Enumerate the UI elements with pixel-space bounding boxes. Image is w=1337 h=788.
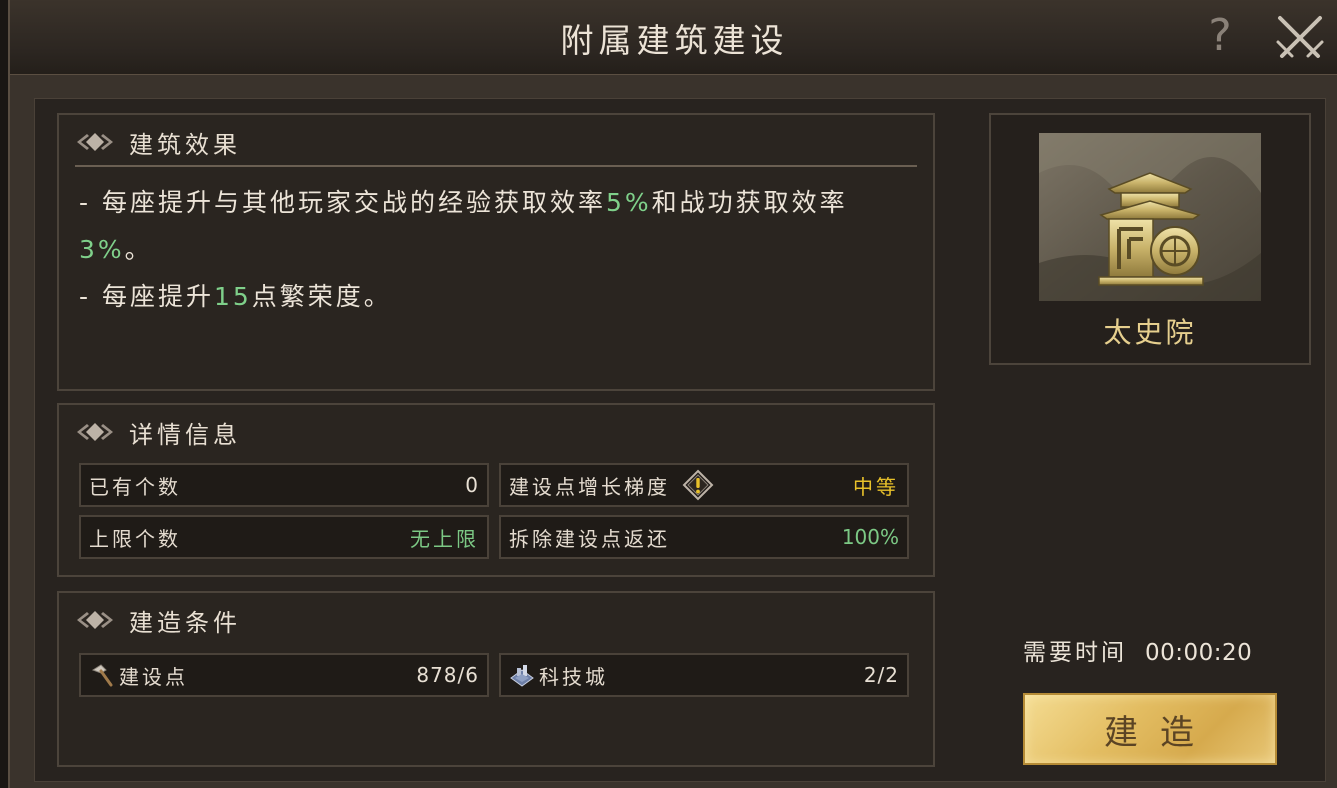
growth-row: 建设点增长梯度 中等 — [499, 463, 909, 507]
tech-city-row: 科技城 2/2 — [499, 653, 909, 697]
refund-row: 拆除建设点返还 100% — [499, 515, 909, 559]
tech-city-value: 2/2 — [863, 663, 899, 687]
title-bar: 附属建筑建设 ? — [10, 0, 1337, 75]
merit-bonus-value: 3% — [79, 235, 125, 264]
effect-description: - 每座提升与其他玩家交战的经验获取效率5%和战功获取效率3%。 - 每座提升1… — [79, 179, 909, 320]
build-time-value: 00:00:20 — [1145, 640, 1253, 666]
details-panel: 详情信息 已有个数 0 建设点增长梯度 中等 上限个数 无上限 拆除建设点返还 … — [57, 403, 935, 577]
effects-panel: 建筑效果 - 每座提升与其他玩家交战的经验获取效率5%和战功获取效率3%。 - … — [57, 113, 935, 391]
dialog-frame: 附属建筑建设 ? 建筑效果 - 每座提升与其他玩家交战的经验获取效率5%和战功获… — [8, 0, 1337, 788]
limit-count-label: 上限个数 — [89, 526, 181, 551]
exp-bonus-value: 5% — [605, 188, 652, 217]
dialog-title: 附属建筑建设 — [560, 21, 789, 60]
owned-count-row: 已有个数 0 — [79, 463, 489, 507]
diamond-ornament-icon — [77, 423, 113, 441]
building-name: 太史院 — [1103, 316, 1197, 349]
refund-label: 拆除建设点返还 — [509, 526, 670, 551]
section-divider — [75, 165, 917, 167]
refund-value: 100% — [841, 525, 899, 549]
build-time-label: 需要时间 — [1023, 640, 1127, 666]
limit-count-value: 无上限 — [410, 526, 479, 551]
effects-section-title: 建筑效果 — [129, 130, 241, 159]
effect-line-2: - 每座提升15点繁荣度。 — [79, 282, 392, 311]
conditions-panel: 建造条件 建设点 878/6 科技城 2/2 — [57, 591, 935, 767]
limit-count-row: 上限个数 无上限 — [79, 515, 489, 559]
growth-label: 建设点增长梯度 — [509, 474, 670, 499]
build-time-row: 需要时间 00:00:20 — [1023, 633, 1283, 667]
tech-city-icon — [510, 665, 534, 687]
building-emblem-icon — [1039, 133, 1261, 301]
owned-count-value: 0 — [465, 473, 479, 497]
conditions-section-title: 建造条件 — [129, 608, 241, 637]
effects-header: 建筑效果 — [75, 123, 241, 161]
effect-line-1: - 每座提升与其他玩家交战的经验获取效率5%和战功获取效率3%。 — [79, 188, 848, 264]
build-points-value: 878/6 — [416, 663, 479, 687]
prosperity-value: 15 — [213, 282, 252, 311]
build-points-row: 建设点 878/6 — [79, 653, 489, 697]
owned-count-label: 已有个数 — [89, 474, 181, 499]
build-points-label: 建设点 — [119, 664, 188, 689]
growth-value: 中等 — [853, 474, 899, 499]
details-header: 详情信息 — [75, 413, 241, 451]
building-card: 太史院 — [989, 113, 1311, 365]
dialog-content: 建筑效果 - 每座提升与其他玩家交战的经验获取效率5%和战功获取效率3%。 - … — [34, 98, 1326, 782]
hammer-icon — [91, 664, 113, 687]
build-button[interactable]: 建造 — [1023, 693, 1277, 765]
exclamation-info-icon[interactable] — [682, 469, 714, 501]
details-section-title: 详情信息 — [129, 420, 241, 449]
close-icon[interactable] — [1272, 12, 1328, 64]
tech-city-label: 科技城 — [539, 664, 608, 689]
diamond-ornament-icon — [77, 611, 113, 629]
diamond-ornament-icon — [77, 133, 113, 151]
conditions-header: 建造条件 — [75, 601, 241, 639]
help-icon[interactable]: ? — [1200, 10, 1240, 62]
